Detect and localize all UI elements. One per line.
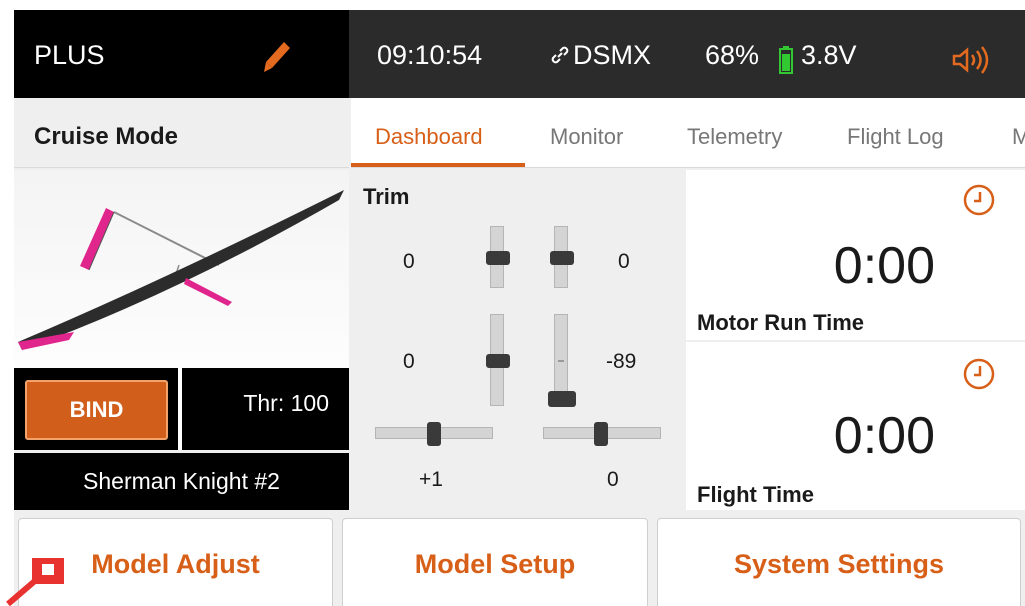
glider-icon (18, 190, 344, 350)
speaker-icon[interactable] (951, 46, 993, 74)
model-name-bar[interactable]: Sherman Knight #2 (14, 453, 349, 510)
model-header[interactable]: PLUS (14, 10, 349, 98)
throttle-value: Thr: 100 (243, 390, 329, 416)
trim-center-tick (558, 360, 564, 362)
model-setup-button[interactable]: Model Setup (342, 518, 648, 606)
battery-icon (779, 46, 793, 74)
motor-run-time-value: 0:00 (833, 237, 935, 295)
trim-panel: Trim 0 0 0 -89 +1 0 (351, 170, 684, 510)
trim-slider-left-upper[interactable] (486, 226, 510, 288)
tab-flight-log[interactable]: Flight Log (847, 124, 944, 150)
tab-monitor[interactable]: Monitor (550, 124, 623, 150)
system-settings-button[interactable]: System Settings (657, 518, 1021, 606)
motor-run-timer[interactable]: 0:00 Motor Run Time (686, 170, 1025, 340)
trim-horiz-right-value: 0 (607, 468, 619, 491)
flight-timer[interactable]: 0:00 Flight Time (686, 342, 1025, 510)
divider (178, 368, 182, 450)
model-short-name: PLUS (34, 40, 105, 70)
battery-percent: 68% (705, 40, 760, 70)
trim-left-lower-value: 0 (403, 350, 415, 373)
trim-right-upper-value: 0 (618, 250, 630, 273)
tab-bar: Dashboard Monitor Telemetry Flight Log M (351, 98, 1025, 168)
bind-button[interactable]: BIND (25, 380, 168, 440)
flight-mode-bar: Cruise Mode (14, 98, 349, 168)
link-status: DSMX (549, 40, 651, 71)
trim-thumb[interactable] (548, 391, 576, 407)
clock: 09:10:54 (377, 40, 483, 70)
flight-time-label: Flight Time (697, 482, 814, 507)
battery-voltage: 3.8V (801, 40, 857, 70)
clock-icon[interactable] (963, 358, 995, 390)
trim-left-upper-value: 0 (403, 250, 415, 273)
link-label: DSMX (573, 40, 652, 70)
trim-slider-horiz-left[interactable] (375, 422, 493, 446)
status-bar: PLUS 09:10:54 DSMX 68% 3.8V (14, 10, 1025, 98)
trim-horiz-left-value: +1 (419, 468, 443, 491)
trim-thumb[interactable] (550, 251, 574, 265)
clock-icon[interactable] (963, 184, 995, 216)
motor-run-time-label: Motor Run Time (697, 310, 865, 335)
bind-panel: BIND Thr: 100 (14, 368, 349, 450)
model-image[interactable] (14, 170, 349, 368)
flight-mode: Cruise Mode (34, 123, 179, 150)
tab-more[interactable]: M (1012, 124, 1025, 150)
trim-thumb[interactable] (486, 251, 510, 265)
tab-dashboard[interactable]: Dashboard (375, 124, 483, 150)
trim-thumb[interactable] (594, 422, 608, 446)
trim-slider-right-upper[interactable] (550, 226, 574, 288)
trim-thumb[interactable] (427, 422, 441, 446)
transmitter-screen: PLUS 09:10:54 DSMX 68% 3.8V Cruise Mode … (14, 10, 1025, 606)
trim-slider-right-lower[interactable] (548, 314, 576, 407)
pencil-icon[interactable] (262, 40, 292, 74)
trim-thumb[interactable] (486, 354, 510, 368)
trim-slider-left-lower[interactable] (486, 314, 510, 406)
corner-marker-icon (6, 558, 64, 606)
active-tab-indicator (351, 163, 525, 167)
trim-title: Trim (363, 184, 410, 209)
trim-right-lower-value: -89 (606, 350, 637, 373)
system-status: 09:10:54 DSMX 68% 3.8V (349, 10, 1025, 98)
link-icon (551, 46, 569, 64)
trim-slider-horiz-right[interactable] (543, 422, 661, 446)
flight-time-value: 0:00 (833, 407, 935, 465)
tab-telemetry[interactable]: Telemetry (687, 124, 782, 150)
